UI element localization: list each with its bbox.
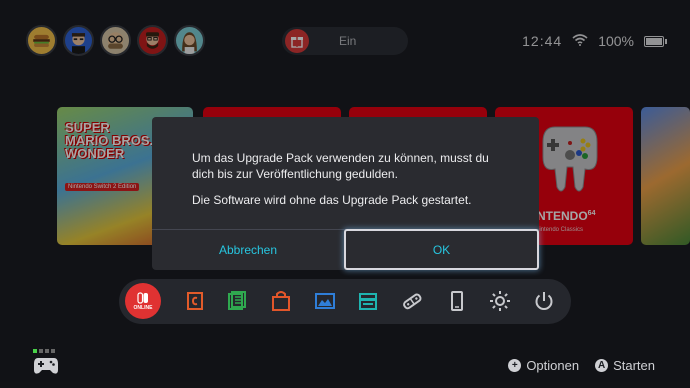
start-hint[interactable]: A Starten [595,358,655,373]
settings-gear-icon [490,291,510,311]
home-dock: ONLINE [119,279,571,324]
upgrade-pack-dialog: Um das Upgrade Pack verwenden zu können,… [152,117,539,270]
a-button-icon: A [595,359,609,372]
game-list-button[interactable] [221,285,253,317]
eshop-button[interactable] [265,285,297,317]
list-icon [228,291,246,310]
dialog-message-secondary: Die Software wird ohne das Upgrade Pack … [192,193,472,207]
cancel-button[interactable]: Abbrechen [152,229,344,270]
gamepad-icon [34,358,58,374]
shopping-bag-icon [272,291,290,311]
screen-button[interactable] [441,285,473,317]
plus-button-icon: + [508,359,522,372]
news-icon [187,292,203,310]
screen-icon [451,291,463,311]
settings-button[interactable] [484,285,516,317]
nintendo-online-button[interactable]: ONLINE [125,283,161,319]
controller-icon [403,293,422,310]
dialog-message: Um das Upgrade Pack verwenden zu können,… [192,151,489,181]
album-icon [315,293,335,309]
start-label: Starten [613,358,655,373]
power-button[interactable] [528,285,560,317]
button-hints: + Optionen A Starten [508,358,655,373]
news-button[interactable] [179,285,211,317]
player-indicator [33,349,59,353]
controllers-button[interactable] [396,285,428,317]
power-icon [535,292,553,310]
options-hint[interactable]: + Optionen [508,358,579,373]
online-label: ONLINE [133,304,153,311]
chat-button[interactable] [352,285,384,317]
controller-status [33,349,59,381]
ok-button[interactable]: OK [344,229,539,270]
options-label: Optionen [526,358,580,373]
chat-icon [359,293,377,310]
album-button[interactable] [309,285,341,317]
switch-logo-icon [137,291,148,304]
